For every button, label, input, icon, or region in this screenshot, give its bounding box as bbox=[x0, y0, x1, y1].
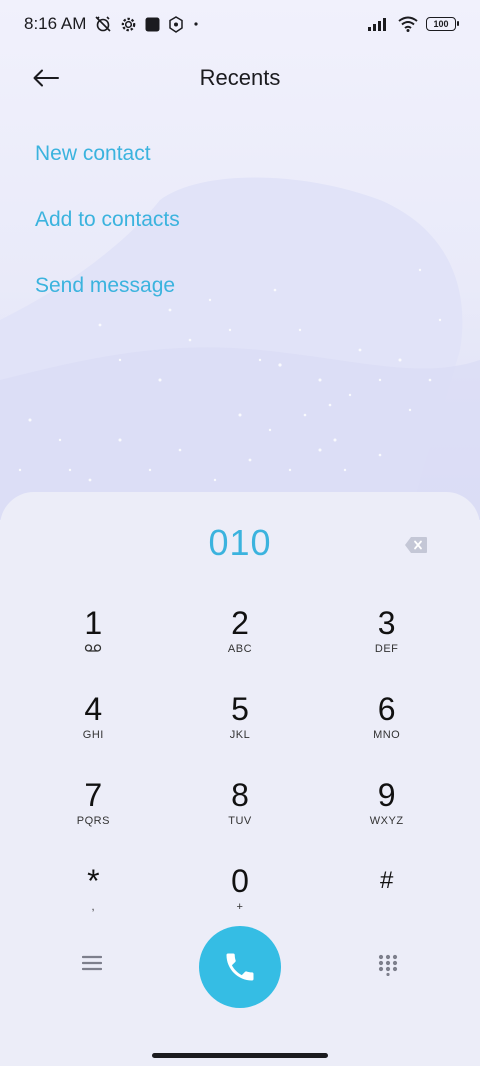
shield-icon bbox=[168, 15, 184, 33]
more-notifications-icon bbox=[192, 20, 200, 28]
back-arrow-icon bbox=[33, 69, 59, 87]
phone-icon bbox=[226, 953, 254, 981]
home-indicator[interactable] bbox=[152, 1053, 328, 1058]
key-3[interactable]: 3 DEF bbox=[313, 598, 460, 684]
status-left: 8:16 AM bbox=[24, 14, 200, 34]
key-digit: 2 bbox=[231, 605, 249, 641]
key-letters: TUV bbox=[228, 815, 252, 827]
key-letters: DEF bbox=[374, 643, 399, 655]
call-button[interactable] bbox=[199, 926, 281, 1008]
key-1[interactable]: 1 bbox=[20, 598, 167, 684]
dialpad-toggle-button[interactable] bbox=[378, 954, 398, 977]
status-right: 100 bbox=[368, 16, 459, 32]
key-letters: WXYZ bbox=[369, 815, 404, 827]
key-letters: + bbox=[236, 901, 244, 913]
key-digit: 0 bbox=[231, 863, 249, 899]
key-2[interactable]: 2 ABC bbox=[167, 598, 314, 684]
key-digit: * bbox=[87, 863, 100, 899]
header: Recents bbox=[0, 52, 480, 104]
key-letters: JKL bbox=[229, 729, 251, 741]
key-letters: MNO bbox=[373, 729, 401, 741]
page-title: Recents bbox=[199, 65, 281, 90]
key-digit: # bbox=[379, 867, 394, 894]
signal-icon bbox=[368, 17, 390, 31]
battery-icon: 100 bbox=[426, 17, 459, 31]
key-digit: 4 bbox=[84, 691, 103, 727]
key-digit: 1 bbox=[84, 605, 103, 641]
add-to-contacts-link[interactable]: Add to contacts bbox=[35, 202, 180, 268]
key-digit: 8 bbox=[231, 777, 249, 813]
key-digit: 6 bbox=[377, 691, 396, 727]
voicemail-icon bbox=[84, 643, 102, 657]
key-digit: 5 bbox=[231, 691, 249, 727]
menu-icon bbox=[81, 955, 103, 971]
key-letters: ABC bbox=[227, 643, 253, 655]
key-6[interactable]: 6 MNO bbox=[313, 684, 460, 770]
key-letters: GHI bbox=[82, 729, 104, 741]
send-message-link[interactable]: Send message bbox=[35, 268, 180, 334]
key-digit: 9 bbox=[377, 777, 396, 813]
app-notification-icon bbox=[145, 17, 160, 32]
key-digit: 7 bbox=[84, 777, 103, 813]
menu-button[interactable] bbox=[81, 954, 103, 974]
key-8[interactable]: 8 TUV bbox=[167, 770, 314, 856]
keypad: 1 2 ABC 3 DEF 4 GHI 5 JKL 6 MNO 7 PQRS 8… bbox=[20, 598, 460, 942]
status-time: 8:16 AM bbox=[24, 14, 87, 33]
dialer-actions bbox=[0, 924, 480, 1008]
battery-level: 100 bbox=[433, 19, 449, 29]
key-4[interactable]: 4 GHI bbox=[20, 684, 167, 770]
key-7[interactable]: 7 PQRS bbox=[20, 770, 167, 856]
wifi-icon bbox=[398, 16, 418, 32]
new-contact-link[interactable]: New contact bbox=[35, 136, 180, 202]
status-bar: 8:16 AM 100 bbox=[0, 0, 480, 48]
key-5[interactable]: 5 JKL bbox=[167, 684, 314, 770]
key-9[interactable]: 9 WXYZ bbox=[313, 770, 460, 856]
settings-icon bbox=[120, 16, 137, 33]
dialer-panel: 010 1 2 ABC 3 DEF 4 GHI 5 JKL 6 MNO 7 PQ… bbox=[0, 492, 480, 1066]
action-list: New contact Add to contacts Send message bbox=[35, 136, 180, 334]
key-letters: , bbox=[91, 901, 96, 913]
backspace-button[interactable] bbox=[404, 536, 428, 554]
key-digit: 3 bbox=[377, 605, 396, 641]
dialpad-icon bbox=[378, 954, 398, 977]
alarm-off-icon bbox=[94, 15, 112, 33]
key-letters: PQRS bbox=[76, 815, 110, 827]
backspace-icon bbox=[405, 537, 427, 553]
back-button[interactable] bbox=[26, 60, 66, 96]
